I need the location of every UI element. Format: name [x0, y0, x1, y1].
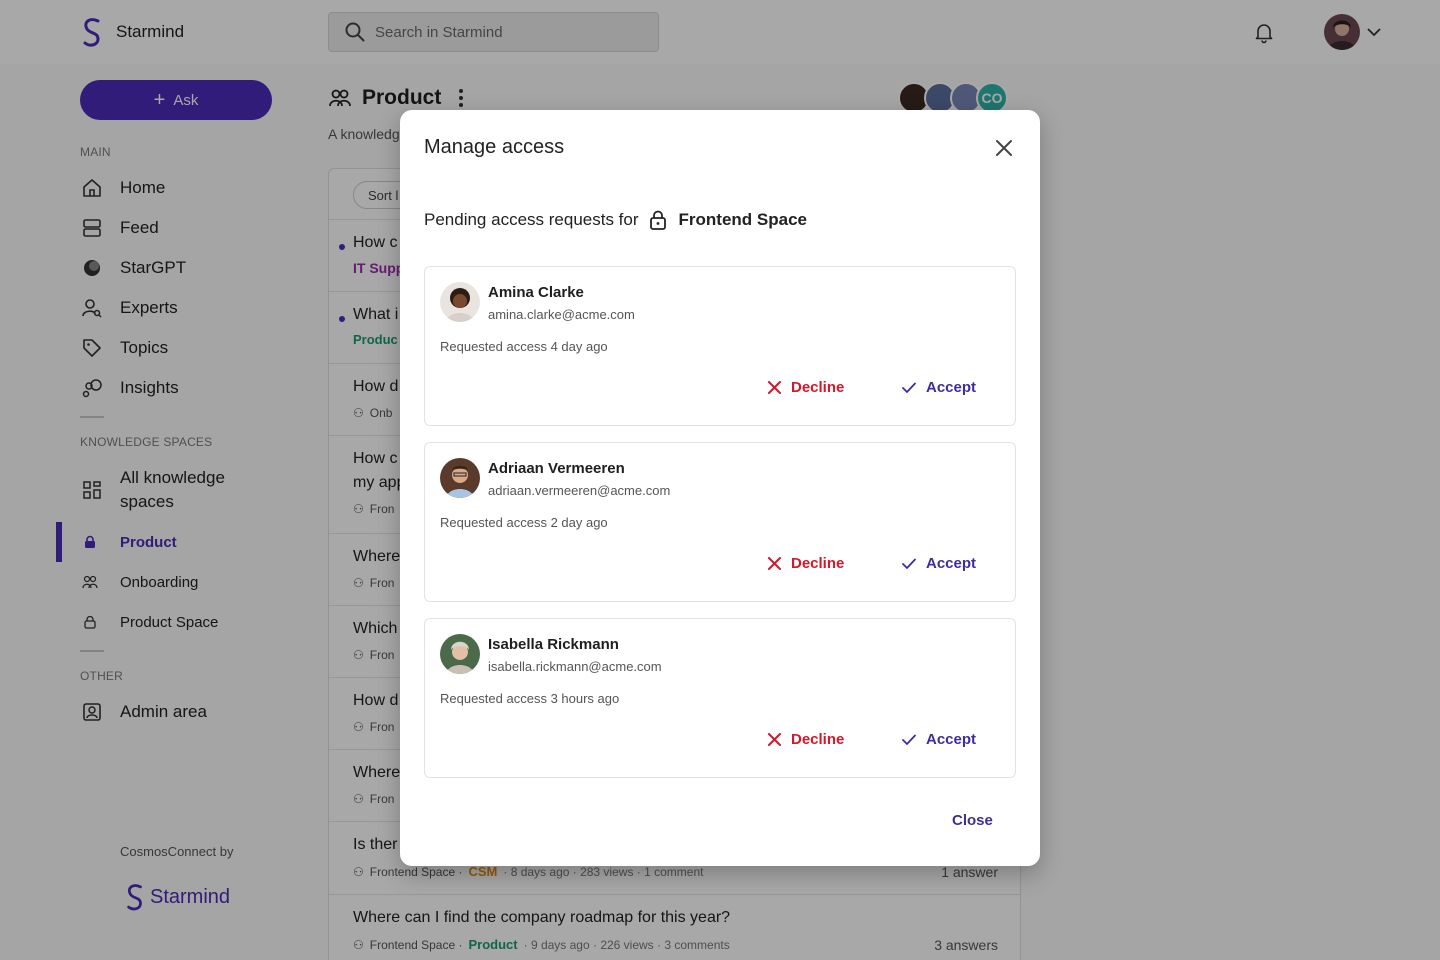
- requester-name: Adriaan Vermeeren: [488, 460, 625, 477]
- request-time: Requested access 4 day ago: [440, 339, 608, 354]
- requester-name: Amina Clarke: [488, 284, 584, 301]
- check-icon: [902, 382, 916, 393]
- lock-icon: [649, 210, 667, 230]
- accept-button[interactable]: Accept: [902, 731, 976, 748]
- close-button[interactable]: Close: [952, 812, 993, 829]
- request-time: Requested access 2 day ago: [440, 515, 608, 530]
- decline-button[interactable]: Decline: [768, 555, 844, 572]
- requester-email: adriaan.vermeeren@acme.com: [488, 483, 671, 498]
- access-request-card: Amina Clarke amina.clarke@acme.com Reque…: [424, 266, 1016, 426]
- decline-button[interactable]: Decline: [768, 379, 844, 396]
- avatar: [440, 282, 480, 322]
- close-icon: [768, 733, 781, 746]
- decline-label: Decline: [791, 731, 845, 748]
- pending-prefix: Pending access requests for: [424, 210, 639, 229]
- requester-name: Isabella Rickmann: [488, 636, 619, 653]
- accept-button[interactable]: Accept: [902, 555, 976, 572]
- accept-label: Accept: [926, 379, 977, 396]
- manage-access-dialog: Manage access Pending access requests fo…: [400, 110, 1040, 866]
- dialog-title: Manage access: [424, 136, 565, 158]
- avatar: [440, 634, 480, 674]
- avatar: [440, 458, 480, 498]
- pending-requests-heading: Pending access requests for Frontend Spa…: [424, 210, 807, 230]
- requester-email: amina.clarke@acme.com: [488, 307, 635, 322]
- check-icon: [902, 558, 916, 569]
- close-icon: [768, 381, 781, 394]
- decline-label: Decline: [791, 379, 845, 396]
- accept-label: Accept: [926, 555, 977, 572]
- decline-button[interactable]: Decline: [768, 731, 844, 748]
- check-icon: [902, 734, 916, 745]
- accept-label: Accept: [926, 731, 977, 748]
- decline-label: Decline: [791, 555, 845, 572]
- close-icon[interactable]: [990, 134, 1018, 162]
- request-time: Requested access 3 hours ago: [440, 691, 620, 706]
- access-request-card: Isabella Rickmann isabella.rickmann@acme…: [424, 618, 1016, 778]
- access-request-card: Adriaan Vermeeren adriaan.vermeeren@acme…: [424, 442, 1016, 602]
- close-icon: [768, 557, 781, 570]
- space-name: Frontend Space: [678, 210, 807, 229]
- accept-button[interactable]: Accept: [902, 379, 976, 396]
- requester-email: isabella.rickmann@acme.com: [488, 659, 662, 674]
